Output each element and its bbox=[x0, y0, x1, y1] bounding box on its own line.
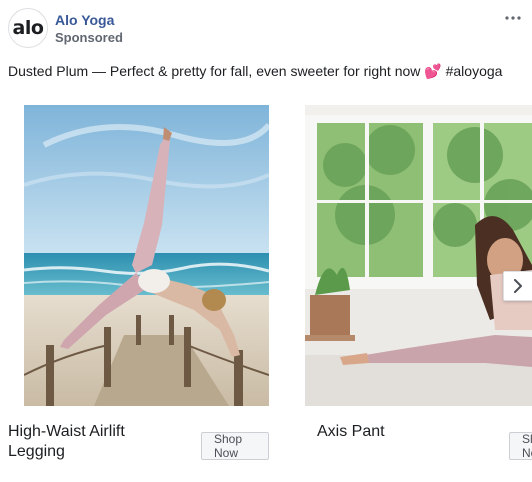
product-title[interactable]: High-Waist Airlift Legging bbox=[8, 422, 158, 462]
beach-yoga-photo[interactable] bbox=[24, 105, 269, 406]
sponsored-label[interactable]: Sponsored bbox=[55, 30, 123, 45]
shop-now-button[interactable]: Shop Now bbox=[509, 432, 532, 460]
post-header: alo Alo Yoga Sponsored bbox=[8, 8, 524, 52]
shop-now-button[interactable]: Shop Now bbox=[201, 432, 269, 460]
product-title[interactable]: Axis Pant bbox=[317, 422, 467, 442]
page-name-link[interactable]: Alo Yoga bbox=[55, 12, 114, 28]
product-carousel: High-Waist Airlift Legging Shop Now Axis… bbox=[0, 105, 532, 475]
alo-logo: alo bbox=[12, 17, 44, 39]
carousel-next-button[interactable] bbox=[503, 271, 532, 301]
chevron-right-icon bbox=[514, 279, 522, 293]
page-avatar[interactable]: alo bbox=[8, 8, 48, 48]
caption-text: Dusted Plum — Perfect & pretty for fall,… bbox=[8, 63, 425, 79]
heart-emoji: 💕 bbox=[424, 63, 442, 79]
ellipsis-icon[interactable] bbox=[502, 10, 524, 26]
post-caption: Dusted Plum — Perfect & pretty for fall,… bbox=[8, 63, 528, 80]
studio-yoga-photo[interactable] bbox=[305, 105, 532, 406]
hashtag-link[interactable]: #aloyoga bbox=[442, 63, 503, 79]
